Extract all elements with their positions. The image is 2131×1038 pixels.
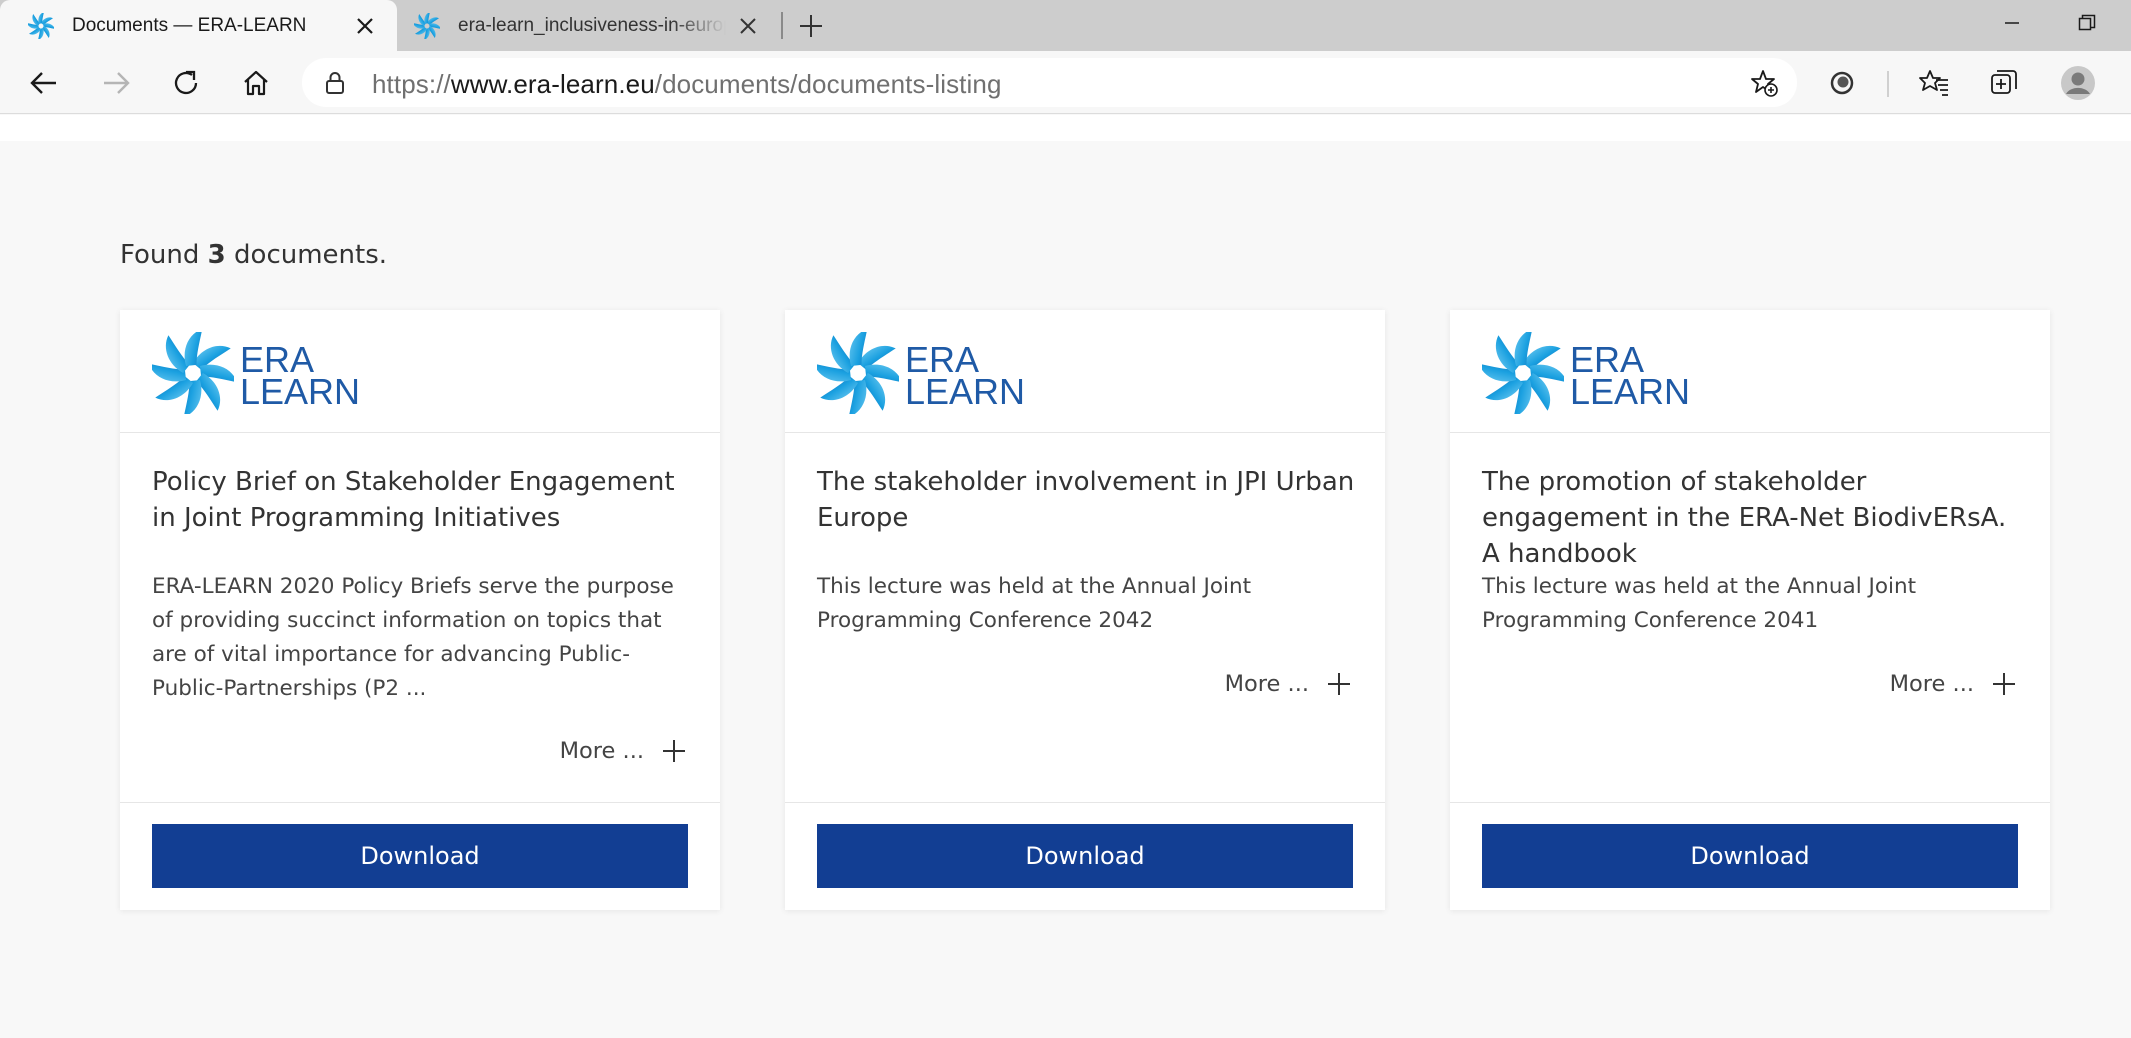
browser-toolbar: https://www.era-learn.eu/documents/docum… <box>0 51 2131 114</box>
home-button[interactable] <box>232 59 280 107</box>
url-text[interactable]: https://www.era-learn.eu/documents/docum… <box>372 69 1002 100</box>
profile-icon <box>2061 66 2095 100</box>
svg-text:LEARN: LEARN <box>1570 371 1690 412</box>
favorites-button[interactable] <box>1910 59 1958 107</box>
restore-button[interactable] <box>2054 0 2120 46</box>
document-card: ERA LEARN The stakeholder involvement in… <box>785 310 1385 910</box>
more-toggle[interactable]: More ... <box>1890 671 2016 697</box>
extension-icon <box>1830 71 1854 95</box>
document-title[interactable]: The stakeholder involvement in JPI Urban… <box>817 464 1362 536</box>
card-divider <box>1450 802 2050 803</box>
more-label: More ... <box>1889 671 1974 697</box>
svg-text:LEARN: LEARN <box>905 371 1025 412</box>
address-bar[interactable]: https://www.era-learn.eu/documents/docum… <box>302 58 1797 107</box>
results-prefix: Found <box>120 240 208 270</box>
tab-title: Documents — ERA-LEARN <box>72 14 307 36</box>
url-host: www.era-learn.eu <box>450 69 655 99</box>
document-description: This lecture was held at the Annual Join… <box>817 574 1252 633</box>
document-title[interactable]: The promotion of stakeholder engagement … <box>1482 464 2027 572</box>
minimize-icon <box>2005 22 2019 24</box>
tab-strip: Documents — ERA-LEARN era-learn_inclusiv… <box>0 0 2131 51</box>
lock-icon[interactable] <box>322 70 348 96</box>
tab-separator <box>781 12 783 39</box>
card-logo-area: ERA LEARN <box>120 310 720 433</box>
document-title[interactable]: Policy Brief on Stakeholder Engagement i… <box>152 464 697 536</box>
url-scheme: https:// <box>372 69 451 99</box>
minimize-button[interactable] <box>1979 0 2045 46</box>
toolbar-separator <box>1887 71 1889 97</box>
results-count: Found 3 documents. <box>120 240 387 270</box>
collections-button[interactable] <box>1980 59 2028 107</box>
back-icon <box>30 72 56 94</box>
era-learn-logo: ERA LEARN <box>817 332 1025 414</box>
forward-icon <box>104 72 130 94</box>
url-path: /documents/documents-listing <box>654 69 1002 99</box>
forward-button[interactable] <box>92 59 140 107</box>
more-toggle[interactable]: More ... <box>1225 671 1351 697</box>
plus-icon <box>1328 673 1350 695</box>
document-description: ERA-LEARN 2020 Policy Briefs serve the p… <box>152 574 674 701</box>
card-divider <box>785 802 1385 803</box>
tab-title: era-learn_inclusiveness-in-europe <box>458 14 726 36</box>
document-description: This lecture was held at the Annual Join… <box>1482 574 1917 633</box>
download-button[interactable]: Download <box>1482 824 2018 888</box>
era-learn-logo: ERA LEARN <box>152 332 360 414</box>
tab-documents[interactable]: Documents — ERA-LEARN <box>0 0 397 51</box>
era-learn-logo: ERA LEARN <box>1482 332 1690 414</box>
more-label: More ... <box>559 738 644 764</box>
back-button[interactable] <box>20 59 68 107</box>
favorites-icon <box>1919 70 1948 96</box>
close-tab-icon[interactable] <box>343 4 387 48</box>
document-card: ERA LEARN Policy Brief on Stakeholder En… <box>120 310 720 910</box>
site-header-strip <box>0 115 2131 141</box>
results-suffix: documents. <box>225 240 388 270</box>
home-icon <box>244 70 268 96</box>
new-tab-button[interactable] <box>790 5 832 47</box>
era-learn-favicon-icon <box>28 12 54 39</box>
refresh-icon <box>174 70 198 95</box>
collections-icon <box>1991 70 2017 94</box>
download-button[interactable]: Download <box>817 824 1353 888</box>
extension-button[interactable] <box>1818 59 1866 107</box>
plus-icon <box>663 740 685 762</box>
plus-icon <box>1993 673 2015 695</box>
era-learn-favicon-icon <box>414 12 440 39</box>
more-toggle[interactable]: More ... <box>560 738 686 764</box>
refresh-button[interactable] <box>162 59 210 107</box>
card-divider <box>120 802 720 803</box>
more-label: More ... <box>1224 671 1309 697</box>
svg-text:LEARN: LEARN <box>240 371 360 412</box>
plus-icon <box>800 15 822 37</box>
tab-inclusiveness[interactable]: era-learn_inclusiveness-in-europe <box>400 0 780 51</box>
add-favorite-icon[interactable] <box>1749 68 1779 98</box>
results-number: 3 <box>207 240 226 270</box>
close-tab-icon[interactable] <box>726 4 770 48</box>
document-card: ERA LEARN The promotion of stakeholder e… <box>1450 310 2050 910</box>
profile-button[interactable] <box>2054 59 2102 107</box>
card-logo-area: ERA LEARN <box>785 310 1385 433</box>
restore-icon <box>2078 14 2096 31</box>
card-logo-area: ERA LEARN <box>1450 310 2050 433</box>
download-button[interactable]: Download <box>152 824 688 888</box>
